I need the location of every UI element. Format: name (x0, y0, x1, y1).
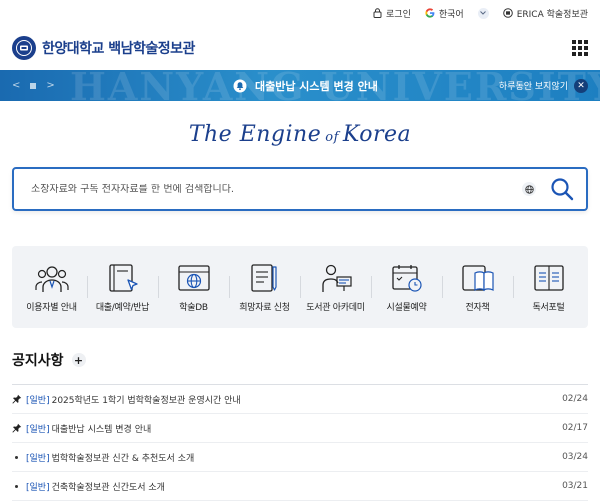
quick-label: 이용자별 안내 (26, 302, 77, 313)
quick-label: 시설물예약 (386, 302, 427, 313)
search-icon[interactable] (550, 177, 574, 201)
notice-list: [일반] 2025학년도 1학기 법학학술정보관 운영시간 안내 02/24 [… (12, 384, 588, 501)
quick-item-ebook[interactable]: 전자책 (441, 262, 512, 313)
slogan: The Engine of Korea (0, 101, 600, 167)
quick-item-facility[interactable]: 시설물예약 (370, 262, 441, 313)
pin-icon (12, 423, 26, 433)
google-icon (425, 8, 435, 18)
banner-dismiss[interactable]: 하루동안 보지않기 ✕ (499, 70, 588, 101)
bullet-icon (12, 455, 26, 459)
university-seal-icon (12, 36, 36, 60)
quick-item-request[interactable]: 희망자료 신청 (228, 262, 299, 313)
next-arrow-icon[interactable]: > (46, 80, 54, 91)
notice-text: 건축학술정보관 신간도서 소개 (51, 482, 165, 493)
banner-message[interactable]: 대출반납 시스템 변경 안내 (233, 70, 378, 101)
quick-label: 대출/예약/반납 (95, 302, 150, 313)
quick-label: 희망자료 신청 (239, 302, 290, 313)
globe-icon[interactable] (522, 182, 536, 196)
notice-header: 공지사항 + (12, 350, 588, 370)
site-logo[interactable]: 한양대학교 백남학술정보관 (12, 36, 195, 60)
search-input[interactable] (31, 183, 522, 195)
ebook-icon (461, 262, 495, 294)
chevron-down-icon[interactable] (477, 7, 489, 19)
dismiss-today-label: 하루동안 보지않기 (498, 82, 568, 92)
notice-date: 02/17 (562, 423, 588, 433)
notice-category: [일반] (26, 395, 50, 406)
quick-item-academy[interactable]: 도서관 아카데미 (299, 262, 370, 313)
quick-label: 도서관 아카데미 (306, 302, 365, 313)
close-icon[interactable]: ✕ (574, 78, 588, 93)
plus-icon[interactable]: + (71, 353, 86, 367)
notice-category: [일반] (26, 453, 50, 464)
logo-text: 한양대학교 백남학술정보관 (42, 41, 195, 57)
notice-date: 02/24 (562, 394, 588, 404)
list-item[interactable]: [일반] 법학학술정보관 신간 & 추천도서 소개 03/24 (12, 443, 588, 472)
open-book-icon (532, 262, 566, 294)
list-item[interactable]: [일반] 2025학년도 1학기 법학학술정보관 운영시간 안내 02/24 (12, 385, 588, 414)
quick-item-academic-db[interactable]: 학술DB (157, 262, 228, 313)
building-seal-icon (502, 8, 513, 18)
notice-category: [일반] (26, 424, 50, 435)
all-menu-grid-icon[interactable] (572, 40, 588, 56)
notebook-pen-icon (248, 262, 282, 294)
pin-icon (12, 394, 26, 404)
language-selector[interactable]: 한국어 (425, 7, 464, 20)
quick-menu: 이용자별 안내 대출/예약/반납 학술DB 희망자료 신청 도서관 아카데미 시… (12, 246, 588, 328)
quick-item-user-guide[interactable]: 이용자별 안내 (18, 262, 86, 313)
slogan-text: The Engine of Korea (189, 122, 411, 147)
quick-label: 독서포털 (532, 302, 565, 313)
lecture-icon (319, 262, 353, 294)
lock-icon (373, 8, 382, 18)
search-section (0, 167, 600, 211)
web-globe-icon (177, 262, 211, 294)
list-item[interactable]: [일반] 건축학술정보관 신간도서 소개 03/21 (12, 472, 588, 501)
slogan-part1: The Engine (188, 121, 322, 147)
notice-title: 공지사항 (12, 353, 64, 369)
pause-icon[interactable] (30, 82, 37, 89)
quick-item-loan[interactable]: 대출/예약/반납 (86, 262, 157, 313)
notice-date: 03/21 (562, 481, 588, 491)
erica-link[interactable]: ERICA 학술정보관 (502, 7, 588, 20)
prev-arrow-icon[interactable]: < (12, 80, 20, 91)
quick-item-reading-portal[interactable]: 독서포털 (512, 262, 583, 313)
notice-text: 대출반납 시스템 변경 안내 (51, 424, 152, 435)
quick-label: 학술DB (179, 302, 208, 313)
search-box (12, 167, 588, 211)
site-header: 한양대학교 백남학술정보관 (0, 26, 600, 70)
bullet-icon (12, 484, 26, 488)
login-label: 로그인 (386, 9, 411, 20)
notice-text: 법학학술정보관 신간 & 추천도서 소개 (51, 453, 195, 464)
notice-text: 2025학년도 1학기 법학학술정보관 운영시간 안내 (51, 395, 241, 406)
notice-banner: HANYANG UNIVERSITY < > 대출반납 시스템 변경 안내 하루… (0, 70, 600, 101)
list-item[interactable]: [일반] 대출반납 시스템 변경 안내 02/17 (12, 414, 588, 443)
book-cursor-icon (106, 262, 140, 294)
slogan-part2: of (325, 129, 339, 145)
calendar-clock-icon (390, 262, 424, 294)
erica-label: ERICA 학술정보관 (516, 9, 588, 20)
banner-controls: < > (0, 80, 55, 91)
banner-message-text: 대출반납 시스템 변경 안내 (255, 79, 378, 93)
notice-date: 03/24 (562, 452, 588, 462)
notice-category: [일반] (26, 482, 50, 493)
quick-label: 전자책 (465, 302, 490, 313)
bell-icon (233, 79, 247, 92)
language-label: 한국어 (438, 9, 464, 20)
utility-bar: 로그인 한국어 ERICA 학술정보관 (0, 0, 600, 26)
users-icon (34, 262, 69, 294)
login-link[interactable]: 로그인 (373, 7, 411, 20)
slogan-part3: Korea (342, 121, 412, 147)
